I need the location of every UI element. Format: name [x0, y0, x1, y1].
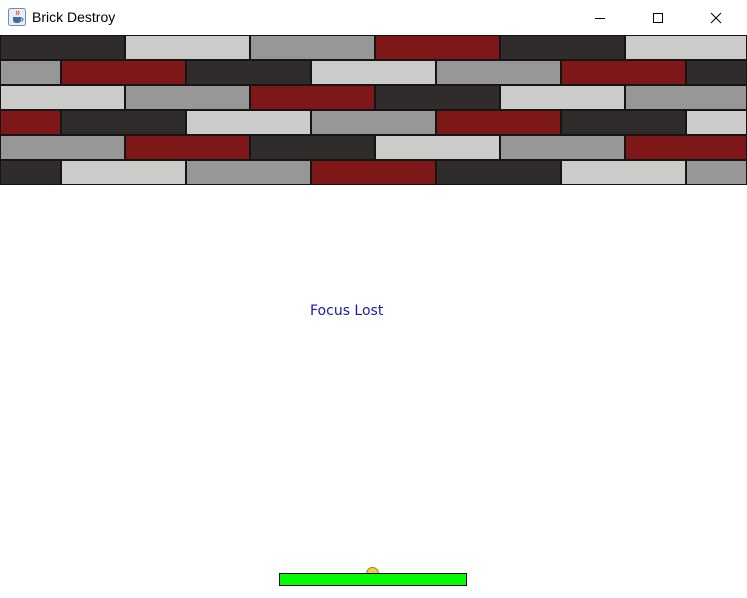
brick	[0, 135, 125, 160]
player-paddle	[279, 573, 467, 586]
maximize-button[interactable]	[635, 0, 681, 35]
brick	[250, 135, 375, 160]
brick	[311, 60, 436, 85]
brick	[61, 160, 186, 185]
brick	[0, 110, 61, 135]
brick	[0, 85, 125, 110]
focus-lost-message: Focus Lost	[310, 303, 384, 319]
brick	[686, 60, 747, 85]
brick	[436, 110, 561, 135]
minimize-button[interactable]	[577, 0, 623, 35]
brick	[625, 135, 747, 160]
brick	[186, 60, 311, 85]
title-bar: Brick Destroy	[0, 0, 747, 35]
brick	[561, 60, 686, 85]
brick	[561, 160, 686, 185]
brick	[375, 135, 500, 160]
brick	[500, 85, 625, 110]
brick	[625, 85, 747, 110]
brick	[375, 35, 500, 60]
brick	[186, 110, 311, 135]
brick	[61, 60, 186, 85]
brick	[250, 35, 375, 60]
brick	[125, 85, 250, 110]
brick	[686, 110, 747, 135]
maximize-icon	[653, 12, 663, 23]
brick	[436, 160, 561, 185]
brick	[61, 110, 186, 135]
brick	[375, 85, 500, 110]
brick	[0, 60, 61, 85]
brick	[311, 110, 436, 135]
brick	[125, 35, 250, 60]
brick	[250, 85, 375, 110]
game-canvas[interactable]: Focus Lost	[0, 35, 747, 598]
brick	[0, 35, 125, 60]
brick	[500, 135, 625, 160]
brick	[625, 35, 747, 60]
close-button[interactable]	[693, 0, 739, 35]
brick	[436, 60, 561, 85]
minimize-icon	[595, 17, 605, 19]
java-cup-icon	[8, 8, 26, 26]
brick	[125, 135, 250, 160]
brick	[561, 110, 686, 135]
close-icon	[710, 12, 722, 23]
brick	[686, 160, 747, 185]
window-title: Brick Destroy	[32, 9, 116, 25]
brick	[0, 160, 61, 185]
brick	[186, 160, 311, 185]
brick	[311, 160, 436, 185]
brick	[500, 35, 625, 60]
